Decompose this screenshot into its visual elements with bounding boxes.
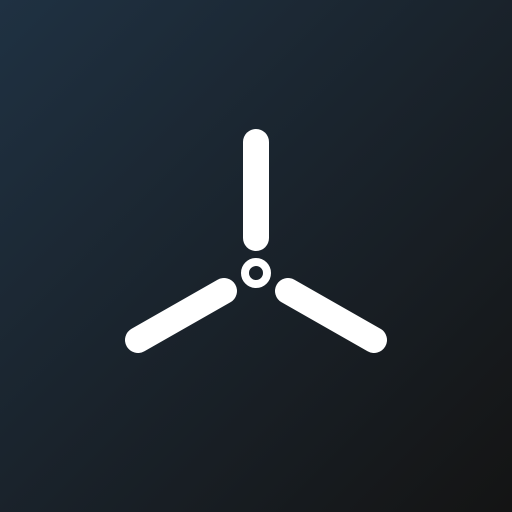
icon-background — [0, 0, 512, 512]
propeller-icon-graphic — [0, 0, 512, 512]
app-icon — [0, 0, 512, 512]
